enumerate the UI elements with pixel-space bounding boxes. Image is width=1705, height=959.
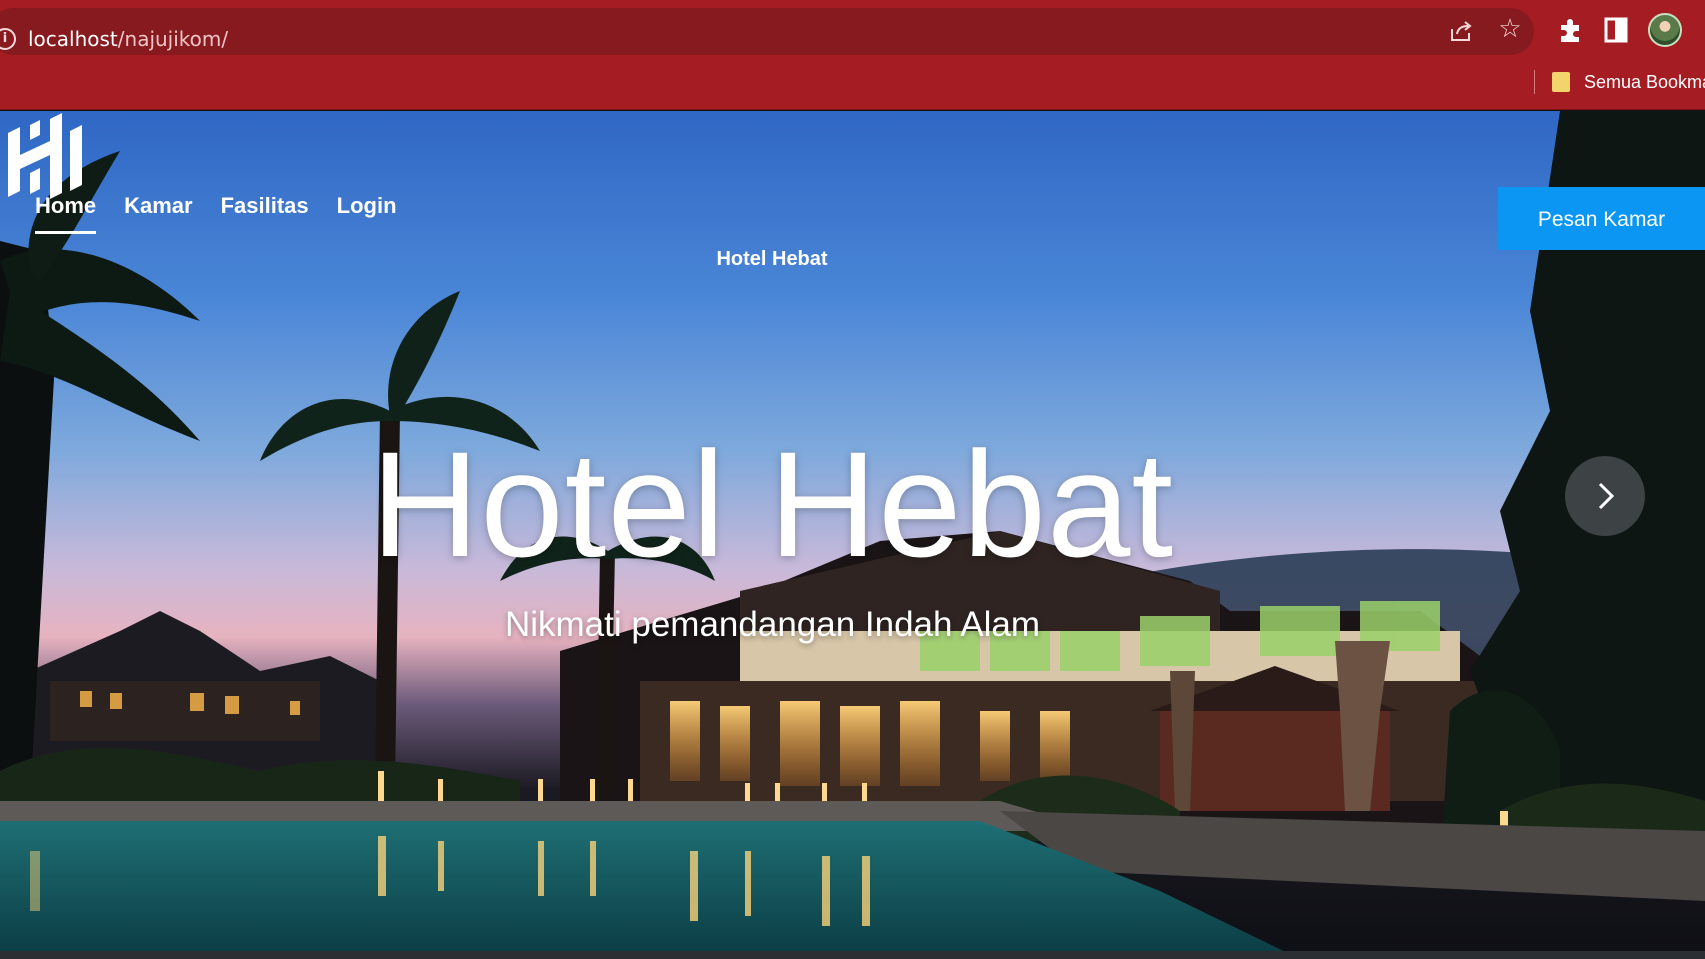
info-icon[interactable]: i	[0, 28, 16, 50]
carousel-next-button[interactable]	[1565, 456, 1645, 536]
logo-text[interactable]: Hotel Hebat	[672, 247, 872, 271]
book-room-button[interactable]: Pesan Kamar	[1498, 187, 1705, 250]
bookmark-divider	[1534, 70, 1535, 94]
nav-item-kamar[interactable]: Kamar	[124, 193, 192, 229]
nav-item-fasilitas[interactable]: Fasilitas	[221, 193, 309, 229]
url-text[interactable]: localhost/najujikom/	[28, 26, 228, 52]
address-bar[interactable]: i localhost/najujikom/	[0, 8, 1534, 55]
star-icon[interactable]: ☆	[1495, 14, 1525, 44]
extensions-icon[interactable]	[1556, 15, 1586, 45]
chevron-right-icon	[1598, 482, 1615, 510]
side-panel-icon[interactable]	[1604, 17, 1628, 43]
url-path: /najujikom/	[117, 27, 229, 51]
browser-chrome: i localhost/najujikom/ ☆ Semua Bookma	[0, 0, 1705, 110]
hero-subtitle: Nikmati pemandangan Indah Alam	[504, 605, 1041, 644]
share-icon[interactable]	[1447, 17, 1475, 45]
nav-item-login[interactable]: Login	[337, 193, 397, 229]
all-bookmarks-link[interactable]: Semua Bookma	[1584, 70, 1705, 94]
url-host: localhost	[28, 27, 118, 51]
hero-title: Hotel Hebat	[370, 420, 1175, 588]
hero-section: Home Kamar Fasilitas Login Hotel Hebat P…	[0, 111, 1705, 959]
hotel-logo-icon[interactable]	[0, 111, 90, 203]
profile-avatar[interactable]	[1648, 13, 1682, 47]
bookmark-folder-icon	[1552, 72, 1570, 92]
